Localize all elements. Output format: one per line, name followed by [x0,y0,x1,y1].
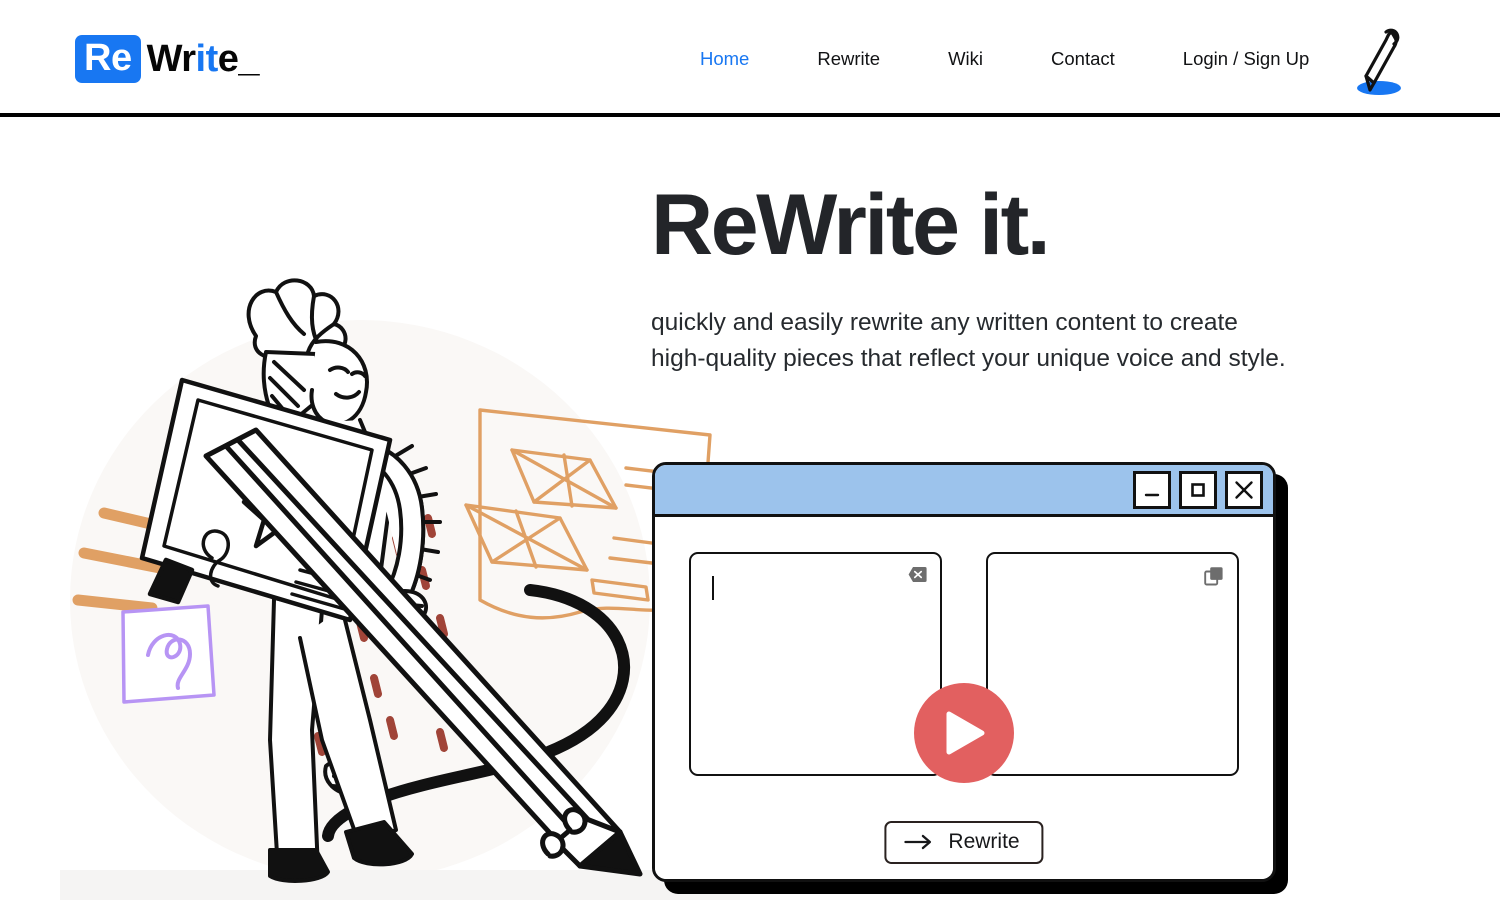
ink-squiggle [322,584,631,842]
nav-item-contact[interactable]: Contact [1051,44,1115,74]
main-navigation: Home Rewrite Wiki Contact Login / Sign U… [700,44,1309,74]
logo-badge-re: Re [75,35,141,83]
woman-with-pencil-illustration [60,270,740,900]
output-textarea[interactable] [986,552,1239,776]
rewrite-app-window: Rewrite [652,462,1276,882]
close-icon [1235,480,1253,499]
nav-item-wiki[interactable]: Wiki [948,44,983,74]
clear-x-icon[interactable] [908,566,927,588]
logo-text-e-underscore: e_ [217,38,260,80]
minimize-button[interactable] [1133,470,1171,509]
rewrite-button-label: Rewrite [948,830,1020,853]
woman-figure [246,278,442,883]
text-caret [712,576,714,600]
window-titlebar [655,465,1273,517]
nav-item-login-signup[interactable]: Login / Sign Up [1183,44,1310,74]
site-header: Re Wr it e_ Home Rewrite Wiki Contact Login… [0,0,1500,117]
maximize-button[interactable] [1179,470,1217,509]
hero-subtitle: quickly and easily rewrite any written c… [651,309,1286,372]
close-button[interactable] [1225,470,1263,509]
purple-sticky-note [121,604,216,704]
pen-icon [1348,20,1410,98]
orange-speed-lines [72,507,176,614]
play-video-button[interactable] [914,683,1014,783]
page-title: ReWrite it. [651,177,1051,273]
window-body: Rewrite [655,517,1273,879]
large-pencil [203,427,643,877]
canvas-frame [139,377,393,623]
input-textarea[interactable] [689,552,942,776]
maximize-icon [1191,482,1205,497]
red-ink-dashes [314,474,486,756]
minimize-icon [1144,493,1160,496]
rewrite-button[interactable]: Rewrite [884,821,1044,864]
nav-item-rewrite[interactable]: Rewrite [817,44,880,74]
play-icon [946,711,985,755]
arrow-right-icon [904,834,932,850]
copy-icon[interactable] [1204,566,1224,591]
nav-item-home[interactable]: Home [700,44,749,74]
logo-text-wr: Wr [146,38,196,80]
logo-text-it: it [195,38,219,80]
site-logo[interactable]: Re Wr it e_ [75,33,260,85]
